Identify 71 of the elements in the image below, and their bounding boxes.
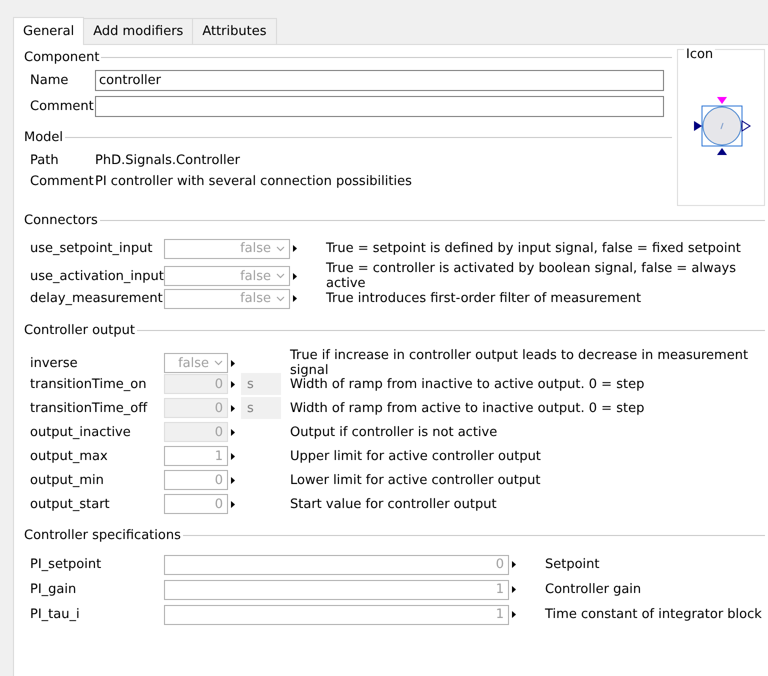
unit-label: s: [241, 373, 281, 395]
parameter-name: PI_setpoint: [30, 557, 102, 572]
parameter-description: Start value for controller output: [290, 496, 498, 512]
dropdown[interactable]: false: [164, 353, 228, 373]
chevron-icon: [276, 246, 285, 252]
menu-arrow-icon[interactable]: [231, 428, 235, 436]
parameter-name: delay_measurement: [30, 291, 164, 306]
block-icon: [693, 97, 751, 155]
menu-arrow-icon[interactable]: [512, 561, 516, 568]
menu-arrow-icon[interactable]: [231, 404, 235, 412]
group-title: Controller output: [24, 322, 135, 338]
parameter-name: output_min: [30, 472, 105, 488]
parameter-name: transitionTime_off: [30, 400, 148, 416]
field-value: PhD.Signals.Controller: [95, 153, 242, 168]
input-field[interactable]: 0: [164, 494, 228, 514]
input-field[interactable]: 1: [164, 446, 228, 466]
input-field[interactable]: controller: [95, 70, 664, 90]
parameter-name: output_inactive: [30, 424, 132, 440]
parameter-name: use_setpoint_input: [30, 241, 154, 256]
unit-label: s: [241, 397, 281, 419]
parameter-description: True = setpoint is defined by input signal, false = fixed setpoint: [326, 241, 742, 256]
input-field[interactable]: [95, 96, 664, 116]
group-title: Model: [24, 130, 64, 144]
menu-arrow-icon[interactable]: [512, 586, 516, 593]
group-title: Component: [24, 50, 100, 64]
input-field[interactable]: 1: [164, 604, 509, 624]
parameter-description: True = controller is activated by boolean signal, false = always active: [326, 261, 738, 291]
parameter-description: Output if controller is not active: [290, 424, 498, 440]
parameter-name: output_start: [30, 496, 111, 512]
field-label: Name: [30, 72, 70, 88]
parameter-description: Controller gain: [545, 582, 642, 597]
field-label: Path: [30, 153, 60, 168]
parameter-description: Width of ramp from active to inactive output. 0 = step: [290, 400, 646, 416]
menu-arrow-icon[interactable]: [231, 500, 235, 508]
parameter-description: Lower limit for active controller output: [290, 472, 542, 488]
parameter-name: PI_gain: [30, 582, 78, 597]
parameter-description: Upper limit for active controller output: [290, 448, 542, 464]
parameter-name: transitionTime_on: [30, 376, 148, 392]
parameter-description: True if increase in controller output leads to decrease in measurement signal: [290, 348, 750, 378]
menu-arrow-icon[interactable]: [231, 452, 235, 460]
group-title: Connectors: [24, 212, 98, 228]
parameter-description: Time constant of integrator block: [545, 607, 763, 622]
menu-arrow-icon[interactable]: [512, 611, 516, 618]
parameter-description: Width of ramp from inactive to active output. 0 = step: [290, 376, 646, 392]
parameter-name: inverse: [30, 356, 79, 370]
field-label: Comment: [30, 174, 95, 189]
menu-arrow-icon[interactable]: [231, 360, 235, 366]
menu-arrow-icon[interactable]: [293, 245, 297, 252]
menu-arrow-icon[interactable]: [231, 476, 235, 484]
menu-arrow-icon[interactable]: [231, 380, 235, 388]
dropdown[interactable]: false: [164, 288, 290, 308]
input-field[interactable]: 1: [164, 580, 509, 600]
dropdown[interactable]: false: [164, 266, 290, 286]
group-title: Controller specifications: [24, 528, 181, 542]
field-value: PI controller with several connection possibilities: [95, 174, 413, 189]
input-field[interactable]: 0: [164, 470, 228, 490]
menu-arrow-icon[interactable]: [293, 272, 297, 280]
field-label: Comment: [30, 98, 95, 114]
input-field[interactable]: 0: [164, 554, 509, 574]
parameter-name: PI_tau_i: [30, 607, 81, 622]
tab[interactable]: General: [13, 17, 84, 45]
chevron-icon: [276, 273, 285, 279]
parameter-name: use_activation_input: [30, 268, 164, 284]
parameter-description: True introduces first-order filter of measurement: [326, 291, 642, 306]
chevron-icon: [214, 360, 223, 366]
menu-arrow-icon[interactable]: [293, 295, 297, 302]
tab[interactable]: Attributes: [192, 18, 277, 44]
dropdown[interactable]: false: [164, 238, 290, 258]
chevron-icon: [276, 296, 285, 302]
parameter-name: output_max: [30, 448, 109, 464]
parameter-description: Setpoint: [545, 557, 601, 572]
